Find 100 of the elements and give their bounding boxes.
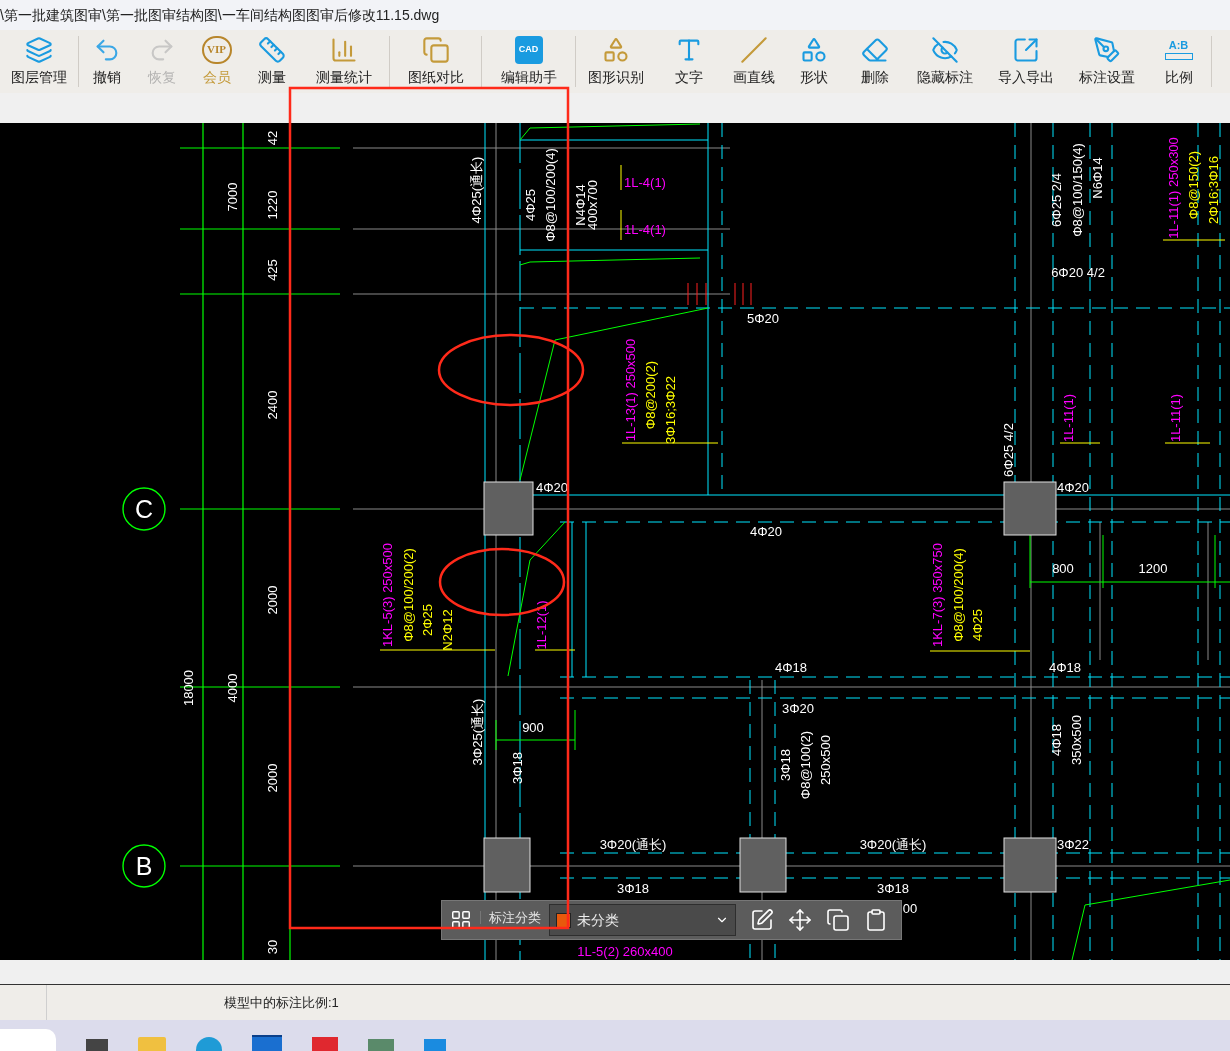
rebar-note: Φ8@150(2) <box>1185 150 1201 220</box>
toolbar-button[interactable]: 画直线 <box>722 30 785 93</box>
rebar-note: 3Φ18 <box>509 751 525 785</box>
rebar-note: 00 <box>902 900 918 916</box>
dimension-text: 7000 <box>224 182 240 212</box>
beam-label: 1L-11(1) 250x300 <box>1165 137 1181 239</box>
rebar-note: 4Φ25 <box>969 608 985 642</box>
toolbar-button[interactable]: A:B 比例 <box>1146 30 1211 93</box>
rebar-note: 3Φ22 <box>1056 836 1090 852</box>
rebar-note: 4Φ20 <box>535 479 569 495</box>
taskbar-button[interactable] <box>0 1029 56 1051</box>
toolbar-button[interactable]: 文字 <box>656 30 722 93</box>
rebar-note: 4Φ18 <box>1048 659 1082 675</box>
shapes-icon <box>602 35 630 64</box>
rebar-note: 4Φ18 <box>1048 723 1064 757</box>
eraser-icon <box>860 35 889 64</box>
rebar-note: 3Φ18 <box>616 880 650 896</box>
toolbar-button[interactable]: 测量 <box>244 30 299 93</box>
rebar-note: Φ8@100(2) <box>797 730 813 800</box>
toolbar-button[interactable]: 测量统计 <box>299 30 389 93</box>
beam-size-text: 250x500 <box>817 735 833 785</box>
layers-icon <box>25 35 53 64</box>
shapes-icon <box>800 35 828 64</box>
rebar-note: 4Φ25 <box>522 188 538 222</box>
rebar-note: 3Φ25(通长) <box>469 698 485 766</box>
toolbar-button[interactable]: 删除 <box>843 30 906 93</box>
rebar-note: N6Φ14 <box>1089 157 1105 199</box>
dimension-text: 4000 <box>224 673 240 703</box>
rebar-note: 4Φ20 <box>1056 479 1090 495</box>
beam-label: 1L-13(1) 250x500 <box>622 338 638 442</box>
dimension-text: 425 <box>264 259 280 281</box>
axis-bubble <box>122 487 166 531</box>
beam-label: 1L-4(1) <box>624 174 666 190</box>
rebar-note: 2Φ25 <box>419 603 435 637</box>
rebar-note: 3Φ20 <box>781 700 815 716</box>
rebar-note: 3Φ18 <box>876 880 910 896</box>
beam-label: 1KL-7(3) 350x750 <box>929 542 945 648</box>
vip-icon: VIP <box>201 35 232 64</box>
dimension-text: 900 <box>522 719 544 735</box>
rebar-note: Φ8@100/150(4) <box>1069 143 1085 237</box>
rebar-note: 3Φ16;3Φ22 <box>662 376 678 444</box>
dimension-text: 2000 <box>264 763 280 793</box>
eye-off-icon <box>930 35 959 64</box>
paste-icon[interactable] <box>864 908 888 932</box>
edit-icon[interactable] <box>750 908 774 932</box>
rebar-note: N2Φ12 <box>439 609 455 651</box>
overlap-squares-icon <box>421 35 450 64</box>
beam-label: 1L-11(1) <box>1060 393 1076 443</box>
toolbar-button[interactable]: 标注设置 <box>1068 30 1146 93</box>
dimension-text: 800 <box>1052 560 1074 576</box>
beam-label: 1L-4(1) <box>624 221 666 237</box>
rebar-note: 4Φ18 <box>774 659 808 675</box>
status-text: 模型中的标注比例:1 <box>224 993 339 1012</box>
dimension-text: 1220 <box>264 190 280 220</box>
beam-size-text: 350x500 <box>1068 715 1084 765</box>
rebar-note: 4Φ25(通长) <box>468 156 484 224</box>
axis-bubble <box>122 844 166 888</box>
toolbar-button[interactable]: CAD 编辑助手 <box>482 30 575 93</box>
axis-label: C <box>134 495 154 523</box>
dimension-text: 30 <box>264 939 280 955</box>
window-title: \第一批建筑图审\第一批图审结构图\一车间结构图图审后修改11.15.dwg <box>0 5 440 25</box>
dimension-text: 42 <box>264 130 280 146</box>
dimension-text: 2000 <box>264 585 280 615</box>
rebar-note: 6Φ25 2/4 <box>1048 173 1064 227</box>
move-icon[interactable] <box>788 908 812 932</box>
toolbar-button[interactable]: 图层管理 <box>0 30 78 93</box>
beam-label: 1KL-5(3) 250x500 <box>379 542 395 648</box>
ruler-icon <box>257 35 286 64</box>
rebar-note: 2Φ16;3Φ16 <box>1205 156 1221 224</box>
beam-label: 1L-5(2) 260x400 <box>577 943 673 959</box>
rebar-note: 4Φ20 <box>749 523 783 539</box>
rebar-note: Φ8@100/200(2) <box>400 548 416 642</box>
dimension-text: 18000 <box>180 669 196 707</box>
rebar-note: 3Φ18 <box>777 748 793 782</box>
cad-icon: CAD <box>514 35 543 64</box>
toolbar-button[interactable]: 图纸对比 <box>390 30 481 93</box>
export-icon <box>1011 35 1040 64</box>
chart-icon <box>330 35 358 64</box>
rebar-note: Φ8@200(2) <box>642 360 658 430</box>
toolbar-button[interactable]: 图形识别 <box>576 30 656 93</box>
copy-icon[interactable] <box>826 908 850 932</box>
category-dropdown[interactable]: 未分类 <box>549 904 736 936</box>
dimension-text: 1200 <box>1138 560 1168 576</box>
rebar-note: 3Φ20(通长) <box>859 836 927 852</box>
category-label: 标注分类 <box>480 910 541 924</box>
line-icon <box>739 35 768 64</box>
toolbar-button[interactable]: 隐藏标注 <box>906 30 983 93</box>
taskbar-app-icon[interactable] <box>252 1035 282 1051</box>
beam-label: 1L-12(1) <box>533 600 549 650</box>
rebar-note: 6Φ20 4/2 <box>1051 264 1105 280</box>
rebar-note: 5Φ20 <box>746 310 780 326</box>
toolbar-button[interactable]: 导入导出 <box>983 30 1068 93</box>
beam-label: 1L-11(1) <box>1167 393 1183 443</box>
rebar-note: Φ8@100/200(4) <box>950 548 966 642</box>
dimension-text: 2400 <box>264 390 280 420</box>
rebar-note: Φ8@100/200(4) <box>542 148 558 242</box>
toolbar-button[interactable]: 撤销 <box>79 30 134 93</box>
toolbar-button[interactable]: 形状 <box>785 30 843 93</box>
rebar-note: 3Φ20(通长) <box>599 836 667 852</box>
rebar-note: 6Φ25 4/2 <box>1000 423 1016 477</box>
